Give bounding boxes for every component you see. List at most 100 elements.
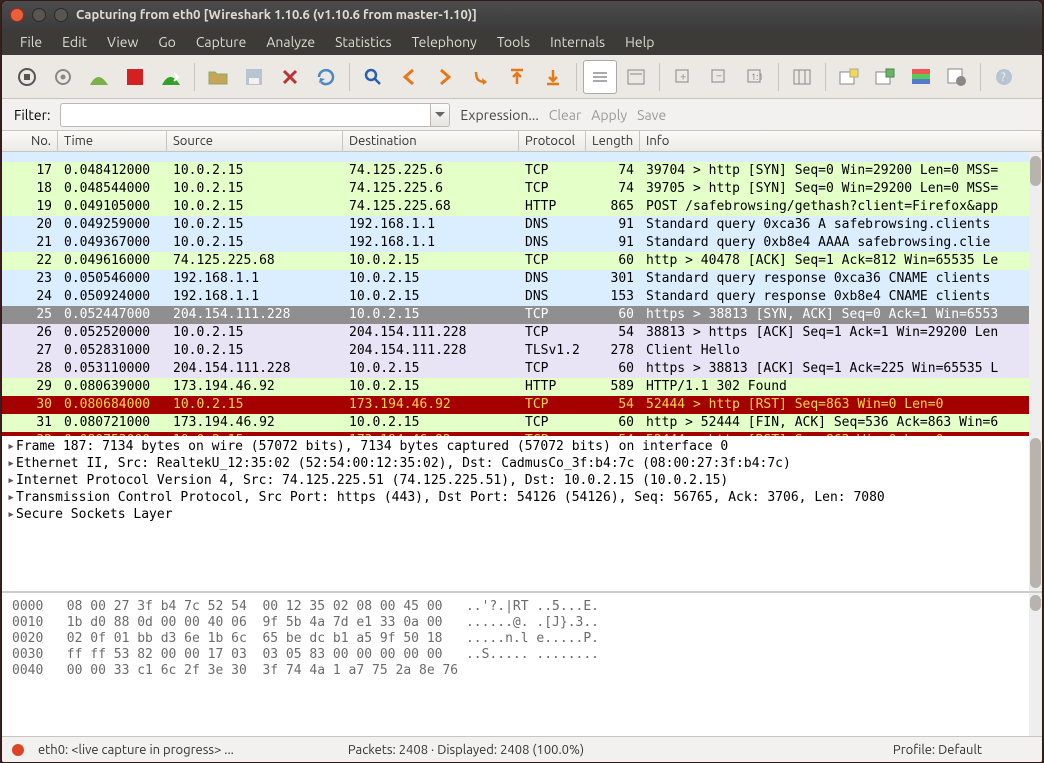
menu-internals[interactable]: Internals <box>542 31 613 53</box>
capture-options-icon[interactable] <box>46 60 80 94</box>
help-icon[interactable]: ? <box>987 60 1021 94</box>
detail-ip[interactable]: Internet Protocol Version 4, Src: 74.125… <box>16 473 728 488</box>
filter-input[interactable] <box>60 103 430 127</box>
open-file-icon[interactable] <box>201 60 235 94</box>
restart-capture-icon[interactable] <box>154 60 188 94</box>
menu-help[interactable]: Help <box>617 31 662 53</box>
zoom-in-icon[interactable]: + <box>666 60 700 94</box>
expand-icon[interactable]: ▸ <box>6 506 16 523</box>
col-protocol[interactable]: Protocol <box>519 131 586 151</box>
coloring-rules-icon[interactable] <box>904 60 938 94</box>
goto-packet-icon[interactable] <box>464 60 498 94</box>
col-length[interactable]: Length <box>586 131 640 151</box>
apply-button[interactable]: Apply <box>591 107 627 123</box>
col-info[interactable]: Info <box>640 131 1042 151</box>
column-headers[interactable]: No. Time Source Destination Protocol Len… <box>2 131 1042 152</box>
colorize-icon[interactable] <box>583 60 617 94</box>
menu-statistics[interactable]: Statistics <box>327 31 399 53</box>
display-filter-icon[interactable] <box>868 60 902 94</box>
expression-button[interactable]: Expression... <box>460 107 538 123</box>
table-row[interactable]: 250.052447000204.154.111.22810.0.2.15TCP… <box>2 306 1042 324</box>
save-file-icon[interactable] <box>237 60 271 94</box>
save-button[interactable]: Save <box>637 107 666 123</box>
table-row[interactable]: 210.04936700010.0.2.15192.168.1.1DNS91St… <box>2 234 1042 252</box>
menu-edit[interactable]: Edit <box>54 31 95 53</box>
table-row[interactable]: 280.053110000204.154.111.22810.0.2.15TCP… <box>2 360 1042 378</box>
menu-bar[interactable]: File Edit View Go Capture Analyze Statis… <box>2 29 1042 55</box>
find-packet-icon[interactable] <box>356 60 390 94</box>
table-row[interactable]: 260.05252000010.0.2.15204.154.111.228TCP… <box>2 324 1042 342</box>
table-row[interactable]: 300.08068400010.0.2.15173.194.46.92TCP54… <box>2 396 1042 414</box>
minimize-icon[interactable] <box>32 8 46 22</box>
detail-frame[interactable]: Frame 187: 7134 bytes on wire (57072 bit… <box>16 439 728 454</box>
goto-last-icon[interactable] <box>536 60 570 94</box>
preferences-icon[interactable] <box>940 60 974 94</box>
close-file-icon[interactable] <box>273 60 307 94</box>
table-row[interactable]: 310.080721000173.194.46.9210.0.2.15TCP60… <box>2 414 1042 432</box>
col-no[interactable]: No. <box>2 131 58 151</box>
detail-ssl[interactable]: Secure Sockets Layer <box>16 507 173 522</box>
filter-bar: Filter: Expression... Clear Apply Save <box>2 99 1042 131</box>
expand-icon[interactable]: ▸ <box>6 438 16 455</box>
zoom-out-icon[interactable]: − <box>702 60 736 94</box>
menu-view[interactable]: View <box>99 31 146 53</box>
window-title: Capturing from eth0 [Wireshark 1.10.6 (v… <box>76 8 477 22</box>
interface-list-icon[interactable] <box>10 60 44 94</box>
menu-telephony[interactable]: Telephony <box>404 31 485 53</box>
status-profile[interactable]: Profile: Default <box>893 743 982 757</box>
detail-eth[interactable]: Ethernet II, Src: RealtekU_12:35:02 (52:… <box>16 456 791 471</box>
filter-dropdown-icon[interactable] <box>430 103 450 127</box>
filter-label: Filter: <box>14 107 50 123</box>
svg-text:1:1: 1:1 <box>751 72 763 82</box>
expand-icon[interactable]: ▸ <box>6 472 16 489</box>
maximize-icon[interactable] <box>54 8 68 22</box>
go-back-icon[interactable] <box>392 60 426 94</box>
close-icon[interactable] <box>10 8 24 22</box>
table-row[interactable]: 180.04854400010.0.2.1574.125.225.6TCP743… <box>2 180 1042 198</box>
hex-scrollbar[interactable] <box>1029 593 1042 736</box>
zoom-reset-icon[interactable]: 1:1 <box>738 60 772 94</box>
start-capture-icon[interactable] <box>82 60 116 94</box>
table-row[interactable]: 200.04925900010.0.2.15192.168.1.1DNS91St… <box>2 216 1042 234</box>
table-row[interactable]: 270.05283100010.0.2.15204.154.111.228TLS… <box>2 342 1042 360</box>
col-time[interactable]: Time <box>58 131 167 151</box>
menu-tools[interactable]: Tools <box>489 31 538 53</box>
menu-go[interactable]: Go <box>150 31 183 53</box>
details-scrollbar[interactable] <box>1029 436 1042 591</box>
expand-icon[interactable]: ▸ <box>6 489 16 506</box>
titlebar[interactable]: Capturing from eth0 [Wireshark 1.10.6 (v… <box>2 1 1042 29</box>
auto-scroll-icon[interactable] <box>619 60 653 94</box>
table-row[interactable]: 230.050546000192.168.1.110.0.2.15DNS301S… <box>2 270 1042 288</box>
stop-capture-icon[interactable] <box>118 60 152 94</box>
capture-filter-icon[interactable] <box>832 60 866 94</box>
hex-line[interactable]: 0040 00 00 33 c1 6c 2f 3e 30 3f 74 4a 1 … <box>12 663 1032 679</box>
svg-text:+: + <box>680 71 686 83</box>
table-row[interactable]: 290.080639000173.194.46.9210.0.2.15HTTP5… <box>2 378 1042 396</box>
goto-first-icon[interactable] <box>500 60 534 94</box>
status-packets: Packets: 2408 · Displayed: 2408 (100.0%) <box>348 743 879 757</box>
hex-line[interactable]: 0020 02 0f 01 bb d3 6e 1b 6c 65 be dc b1… <box>12 631 1032 647</box>
hex-line[interactable]: 0010 1b d0 88 0d 00 00 40 06 9f 5b 4a 7d… <box>12 615 1032 631</box>
resize-columns-icon[interactable] <box>785 60 819 94</box>
packet-list-pane[interactable]: No. Time Source Destination Protocol Len… <box>2 131 1042 436</box>
table-row[interactable]: 190.04910500010.0.2.1574.125.225.68HTTP8… <box>2 198 1042 216</box>
menu-file[interactable]: File <box>12 31 50 53</box>
col-destination[interactable]: Destination <box>343 131 519 151</box>
clear-button[interactable]: Clear <box>549 107 581 123</box>
menu-analyze[interactable]: Analyze <box>258 31 323 53</box>
col-source[interactable]: Source <box>167 131 343 151</box>
hex-line[interactable]: 0030 ff ff 53 82 00 00 17 03 03 05 83 00… <box>12 647 1032 663</box>
table-row[interactable]: 240.050924000192.168.1.110.0.2.15DNS153S… <box>2 288 1042 306</box>
wireshark-window: Capturing from eth0 [Wireshark 1.10.6 (v… <box>2 1 1042 762</box>
table-row[interactable]: 220.04961600074.125.225.6810.0.2.15TCP60… <box>2 252 1042 270</box>
packet-bytes-pane[interactable]: 0000 08 00 27 3f b4 7c 52 54 00 12 35 02… <box>2 593 1042 736</box>
hex-line[interactable]: 0000 08 00 27 3f b4 7c 52 54 00 12 35 02… <box>12 599 1032 615</box>
go-forward-icon[interactable] <box>428 60 462 94</box>
packet-list-scrollbar[interactable] <box>1029 152 1042 450</box>
reload-icon[interactable] <box>309 60 343 94</box>
expand-icon[interactable]: ▸ <box>6 455 16 472</box>
detail-tcp[interactable]: Transmission Control Protocol, Src Port:… <box>16 490 885 505</box>
table-row[interactable]: 170.04841200010.0.2.1574.125.225.6TCP743… <box>2 162 1042 180</box>
packet-details-pane[interactable]: ▸Frame 187: 7134 bytes on wire (57072 bi… <box>2 436 1042 593</box>
menu-capture[interactable]: Capture <box>188 31 255 53</box>
